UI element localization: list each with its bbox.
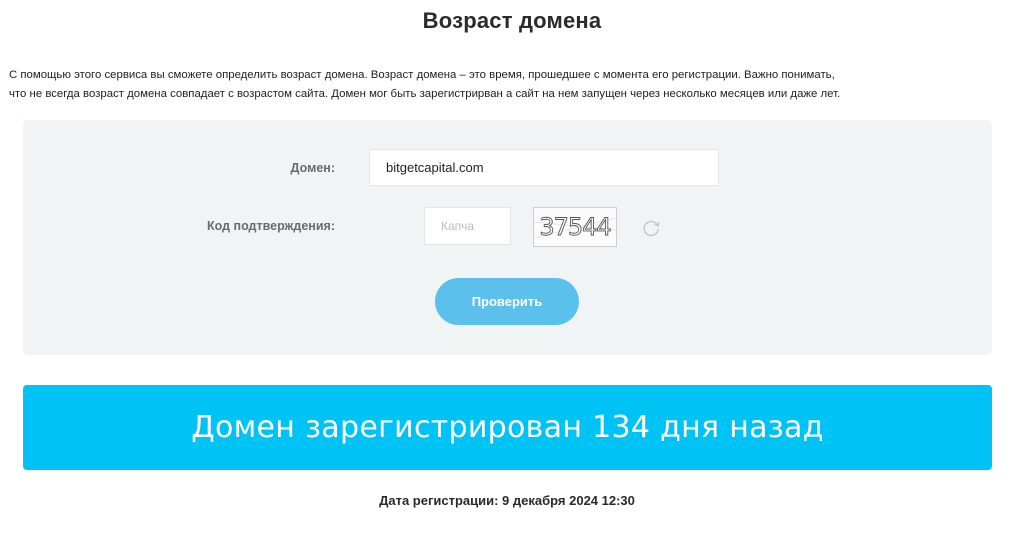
domain-label: Домен: (290, 161, 335, 175)
page-title: Возраст домена (422, 8, 602, 33)
intro-line-2: что не всегда возраст домена совпадает с… (9, 88, 841, 100)
result-banner: Домен зарегистрирован 134 дня назад (23, 385, 992, 470)
registration-date: Дата регистрации: 9 декабря 2024 12:30 (379, 493, 635, 508)
intro-text: С помощью этого сервиса вы сможете опред… (9, 66, 1013, 104)
result-message: Домен зарегистрирован 134 дня назад (191, 410, 824, 445)
domain-input[interactable] (369, 149, 719, 186)
captcha-code: 37544 (539, 213, 610, 241)
intro-line-1: С помощью этого сервиса вы сможете опред… (9, 69, 835, 81)
refresh-icon[interactable] (640, 217, 662, 239)
captcha-label: Код подтверждения: (207, 219, 335, 233)
domain-age-form: Домен: Код подтверждения: 37544 Проверит… (23, 120, 992, 355)
check-button[interactable]: Проверить (435, 278, 579, 325)
captcha-input[interactable] (424, 207, 511, 245)
captcha-image: 37544 (533, 207, 617, 247)
